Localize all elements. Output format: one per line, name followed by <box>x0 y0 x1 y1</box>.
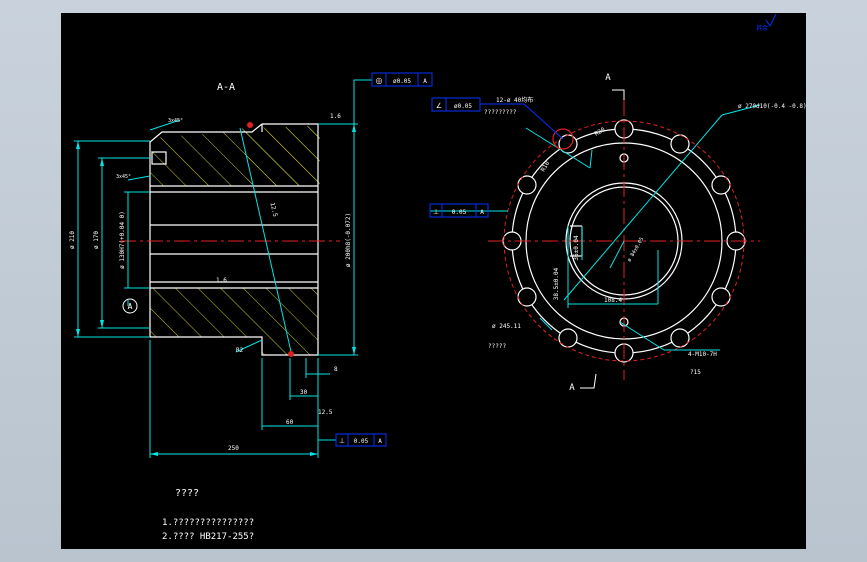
dim-outer-diameter: ø 210 <box>69 231 76 249</box>
radius-r2: R2 <box>236 347 244 354</box>
tol-top-value: ø0.05 <box>393 78 411 85</box>
tol-bottom-symbol: ⊥ <box>339 437 345 445</box>
dim-holes: 12-ø 40均布 <box>496 96 533 104</box>
roughness-top: 1.6 <box>330 113 341 120</box>
cad-drawing-canvas: A A-A ø 210 ø 170 ø 130H7(+0.04 0) ø 200… <box>69 13 807 458</box>
spline-notch <box>517 175 537 195</box>
corner-roughness-mark: 其余 <box>756 24 768 32</box>
dim-thread-note: ?15 <box>690 369 701 376</box>
tol-top-ref: A <box>423 78 427 85</box>
section-arrow-bottom <box>580 373 597 389</box>
end-view-centerlines <box>488 100 760 380</box>
dim-outer-end: ø 270d10(-0.4 -0.8) <box>738 103 807 110</box>
dim-holes-note: ????????? <box>484 109 517 116</box>
section-arrow-top <box>612 89 625 100</box>
dim-key-1: 36±0.04 <box>573 235 580 261</box>
dim-diagonal: 12.5 <box>268 202 278 218</box>
dim-pcd: ø 245.11 <box>492 323 521 330</box>
section-title: A-A <box>217 82 235 93</box>
end-view: A A ø 270d10(-0.4 -0.8) 12-ø 40均布 ??????… <box>429 73 807 393</box>
notes-line-1: 1.??????????????? <box>162 518 255 528</box>
roughness-side: 12.5 <box>318 409 333 416</box>
dim-len-8: 8 <box>334 366 338 373</box>
tol-bottom-value: 0.05 <box>354 438 369 445</box>
tolerance-frame-top: ◎ ø0.05 A <box>371 72 433 87</box>
dim-170: ø 170 <box>93 231 100 249</box>
spline-notch <box>558 328 578 348</box>
section-mark-bottom: A <box>569 383 575 393</box>
dim-len-250: 250 <box>228 445 239 452</box>
notes-line-2: 2.???? HB217-255? <box>162 532 255 542</box>
dim-spline: ø 200h8(-0.072) <box>345 213 352 267</box>
tolerance-frame-bottom: ⊥ 0.05 A <box>335 433 387 447</box>
datum-marker: A <box>128 302 133 311</box>
tol-bottom-ref: A <box>378 438 382 445</box>
spline-notch <box>711 287 731 307</box>
spline-notch <box>517 287 537 307</box>
tol-end-a-value: ø0.05 <box>454 103 472 110</box>
section-view: A A-A ø 210 ø 170 ø 130H7(+0.04 0) ø 200… <box>69 72 433 458</box>
section-point-marker <box>288 351 294 357</box>
roughness-bore: 1.6 <box>216 277 227 284</box>
leader-line <box>523 103 564 140</box>
tol-end-b-value: 0.05 <box>452 209 467 216</box>
end-view-dimensions <box>430 104 761 351</box>
dim-len-30: 30 <box>300 389 308 396</box>
tol-top-symbol: ◎ <box>376 76 383 85</box>
chamfer-1: 3x45° <box>168 118 183 124</box>
tol-end-b-ref: A <box>480 209 484 216</box>
section-point-marker <box>247 122 253 128</box>
notes-heading: ???? <box>175 488 200 499</box>
dim-pcd-note: ????? <box>488 343 506 350</box>
tolerance-frame-end-b: ⊥ 0.05 A <box>429 203 489 218</box>
dim-bore: ø 130H7(+0.04 0) <box>119 211 126 269</box>
tolerance-frame-end-a: ∠ ø0.05 <box>431 97 481 112</box>
dim-r10: R10 <box>540 160 552 173</box>
tol-end-b-symbol: ⊥ <box>433 208 439 216</box>
spline-notch <box>670 328 690 348</box>
chamfer-2: 3x45° <box>116 174 131 180</box>
dim-thread: 4-M10-7H <box>688 351 717 358</box>
dim-width: 108.4 <box>604 297 622 304</box>
tol-end-a-symbol: ∠ <box>436 102 442 110</box>
section-mark-top: A <box>605 73 611 83</box>
dim-len-60: 60 <box>286 419 294 426</box>
section-hatch <box>150 125 320 355</box>
dim-key-2: 38.5±0.04 <box>553 267 560 300</box>
spline-notch <box>670 134 690 154</box>
spline-notch <box>711 175 731 195</box>
dim-r20: R20 <box>594 126 607 138</box>
